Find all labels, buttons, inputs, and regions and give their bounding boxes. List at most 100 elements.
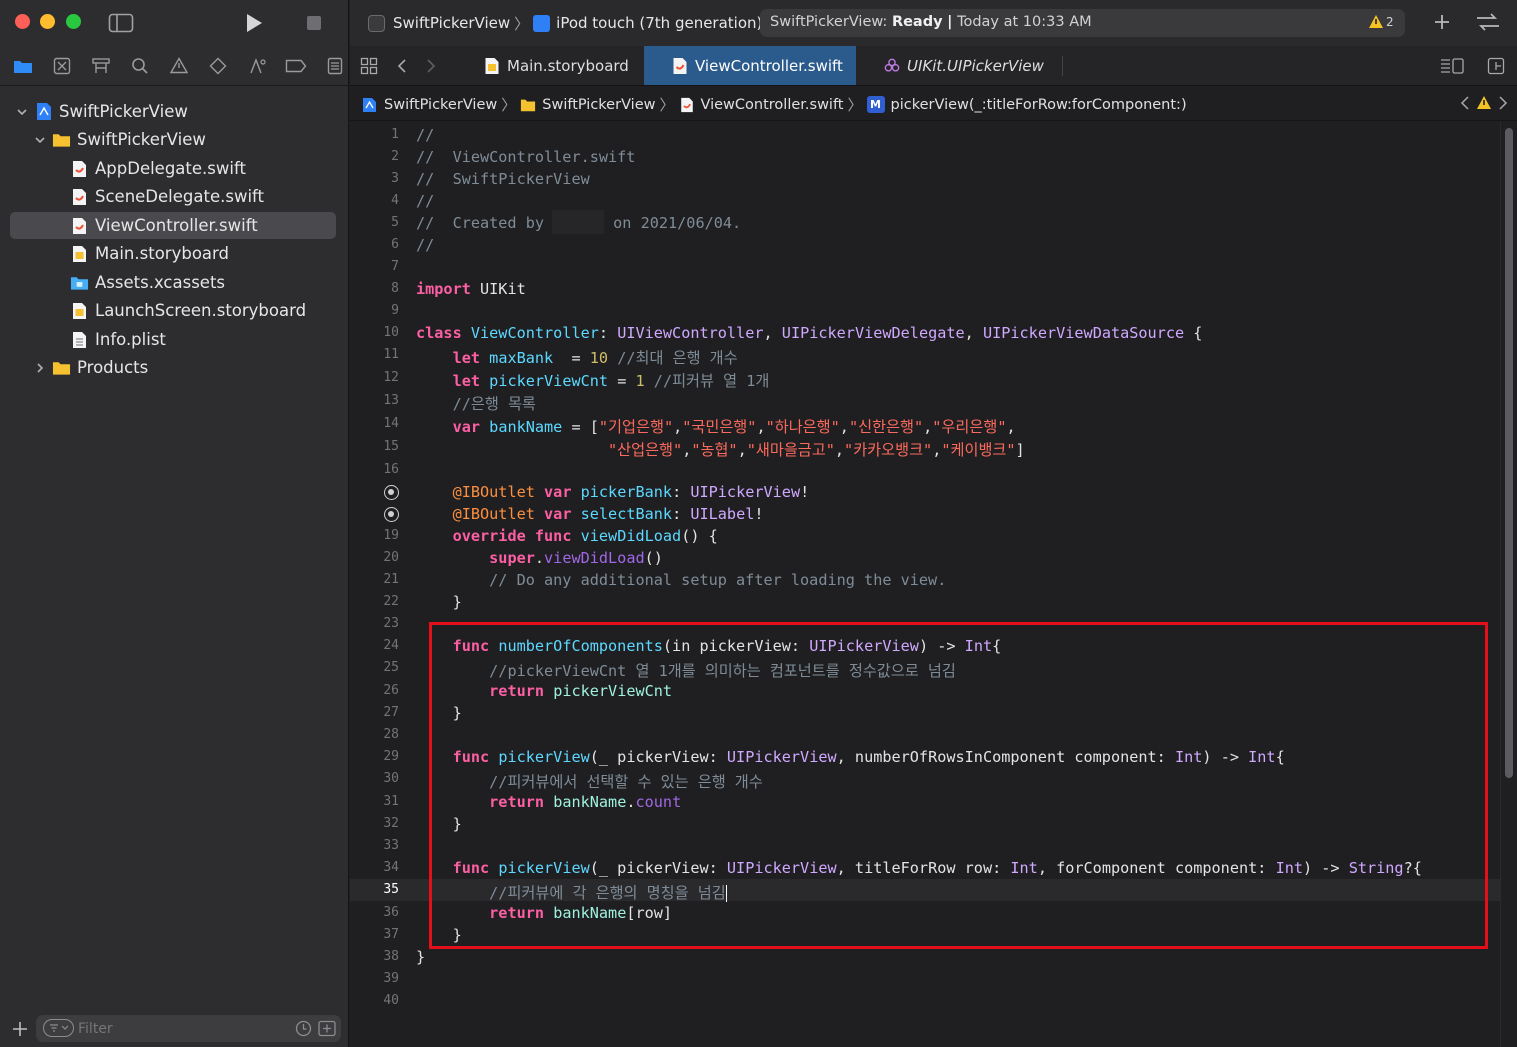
source-control-icon[interactable] xyxy=(47,53,76,79)
tree-item-folder[interactable]: SwiftPickerView xyxy=(10,126,336,153)
run-icon[interactable] xyxy=(242,10,266,36)
tree-item-file[interactable]: SceneDelegate.swift xyxy=(10,183,336,210)
code-line[interactable]: @IBOutlet var selectBank: UILabel! xyxy=(350,503,1500,525)
editor-scrollbar[interactable] xyxy=(1500,122,1517,1047)
stop-icon[interactable] xyxy=(303,10,325,36)
line-number: 21 xyxy=(383,572,399,587)
folder-icon[interactable] xyxy=(8,53,37,79)
code-line[interactable]: 16 xyxy=(350,459,1500,481)
add-editor-icon[interactable] xyxy=(1485,55,1507,77)
warning-badge[interactable]: 2 xyxy=(1368,14,1394,29)
code-line[interactable]: 2 // ViewController.swift xyxy=(350,146,1500,168)
adjust-editor-options-icon[interactable] xyxy=(1438,55,1466,77)
issue-navigator-icon[interactable] xyxy=(164,53,193,79)
sidebar-toggle-icon[interactable] xyxy=(108,10,134,36)
library-plus-icon[interactable] xyxy=(1432,12,1452,32)
code-line[interactable]: 3 // SwiftPickerView xyxy=(350,168,1500,190)
code-line[interactable]: 39 xyxy=(350,968,1500,990)
code-line[interactable]: 21 // Do any additional setup after load… xyxy=(350,569,1500,591)
tree-item-project[interactable]: SwiftPickerView xyxy=(10,98,336,125)
keyword: class xyxy=(416,324,462,342)
breadcrumb-item[interactable]: SwiftPickerView xyxy=(384,97,497,113)
line-number: 3 xyxy=(391,171,399,186)
code-line[interactable]: 8 import UIKit xyxy=(350,278,1500,300)
function-declaration: viewDidLoad xyxy=(580,527,682,545)
code-line[interactable]: 38} xyxy=(350,946,1500,968)
folder-icon xyxy=(52,358,71,377)
zoom-window-button[interactable] xyxy=(66,14,81,29)
code-line[interactable]: 20 super.viewDidLoad() xyxy=(350,547,1500,569)
recent-files-icon[interactable] xyxy=(295,1020,312,1037)
breakpoint-navigator-icon[interactable] xyxy=(281,53,310,79)
code-line[interactable]: 10 class ViewController: UIViewController… xyxy=(350,322,1500,344)
outlet-connection-icon[interactable] xyxy=(384,507,399,522)
code-line[interactable]: 12 let pickerViewCnt = 1 //피커뷰 열 1개 xyxy=(350,367,1500,390)
code-line[interactable]: 22 } xyxy=(350,591,1500,613)
code-line[interactable]: 40 xyxy=(350,990,1500,1012)
breadcrumb-item[interactable]: ViewController.swift xyxy=(701,97,844,113)
navigator-filter-bar xyxy=(0,1012,349,1047)
grid-icon[interactable] xyxy=(358,55,380,77)
chevron-right-icon[interactable] xyxy=(1498,95,1508,114)
source-control-filter-icon[interactable] xyxy=(318,1020,336,1037)
code-line[interactable]: @IBOutlet var pickerBank: UIPickerView! xyxy=(350,481,1500,503)
tab-main-storyboard[interactable]: Main.storyboard xyxy=(468,46,644,85)
test-navigator-icon[interactable] xyxy=(203,53,232,79)
code-line[interactable]: 13 //은행 목록 xyxy=(350,390,1500,413)
tree-item-file-selected[interactable]: ViewController.swift xyxy=(10,212,336,239)
chevron-down-icon[interactable] xyxy=(32,132,48,148)
chevron-right-icon[interactable] xyxy=(32,360,48,376)
symbol-navigator-icon[interactable] xyxy=(86,53,115,79)
filter-field[interactable] xyxy=(36,1015,341,1042)
code-line[interactable]: 4 // xyxy=(350,190,1500,212)
code-line[interactable]: 14 var bankName = ["기업은행","국민은행","하나은행",… xyxy=(350,413,1500,436)
scroll-thumb[interactable] xyxy=(1505,128,1513,778)
code-review-icon[interactable] xyxy=(1474,12,1502,32)
chevron-left-icon[interactable] xyxy=(1460,95,1470,114)
tab-divider xyxy=(1062,56,1063,76)
breadcrumb-item[interactable]: pickerView(_:titleForRow:forComponent:) xyxy=(891,97,1187,113)
scheme-selector[interactable]: SwiftPickerView 〉 iPod touch (7th genera… xyxy=(368,12,762,34)
line-number: 36 xyxy=(383,905,399,920)
debug-navigator-icon[interactable] xyxy=(242,53,271,79)
filter-options-icon[interactable] xyxy=(43,1019,74,1037)
filter-input[interactable] xyxy=(78,1019,278,1038)
search-icon[interactable] xyxy=(125,53,154,79)
tree-item-file[interactable]: Assets.xcassets xyxy=(10,269,336,296)
tree-item-file[interactable]: Info.plist xyxy=(10,326,336,353)
chevron-down-icon[interactable] xyxy=(14,104,30,120)
code-line[interactable]: 5 // Created by on 2021/06/04. xyxy=(350,212,1500,234)
minimize-window-button[interactable] xyxy=(40,14,55,29)
assets-folder-icon xyxy=(70,273,89,292)
line-number: 19 xyxy=(383,528,399,543)
tree-item-file[interactable]: Main.storyboard xyxy=(10,240,336,267)
back-icon[interactable] xyxy=(391,55,413,77)
type-name: UILabel xyxy=(690,505,755,523)
line-number: 38 xyxy=(383,949,399,964)
code-line[interactable]: 9 xyxy=(350,300,1500,322)
code-comment: //은행 목록 xyxy=(452,395,536,413)
property-declaration: selectBank xyxy=(580,505,673,523)
tab-uikit-uipickerview[interactable]: UIKit.UIPickerView xyxy=(856,46,1062,85)
close-window-button[interactable] xyxy=(15,14,30,29)
annotation-highlight-box xyxy=(429,622,1488,949)
forward-icon[interactable] xyxy=(420,55,442,77)
breadcrumb-item[interactable]: SwiftPickerView xyxy=(542,97,655,113)
code-line[interactable]: 1 // xyxy=(350,124,1500,146)
report-navigator-icon[interactable] xyxy=(320,53,349,79)
code-line[interactable]: 11 let maxBank = 10 //최대 은행 개수 xyxy=(350,344,1500,367)
code-line[interactable]: 6 // xyxy=(350,234,1500,256)
code-line[interactable]: 7 xyxy=(350,256,1500,278)
code-line[interactable]: 15 "산업은행","농협","새마을금고","카카오뱅크","케이뱅크"] xyxy=(350,436,1500,459)
line-number: 40 xyxy=(383,993,399,1008)
tree-item-file[interactable]: LaunchScreen.storyboard xyxy=(10,297,336,324)
tree-item-file[interactable]: AppDelegate.swift xyxy=(10,155,336,182)
warning-icon[interactable] xyxy=(1476,95,1492,114)
code-line[interactable]: 19 override func viewDidLoad() { xyxy=(350,525,1500,547)
tree-item-folder[interactable]: Products xyxy=(10,354,336,381)
chevron-right-icon: 〉 xyxy=(659,96,675,114)
tab-viewcontroller-swift[interactable]: ViewController.swift xyxy=(644,46,856,85)
add-icon[interactable] xyxy=(11,1020,29,1038)
outlet-connection-icon[interactable] xyxy=(384,485,399,500)
swift-file-icon xyxy=(70,159,89,178)
